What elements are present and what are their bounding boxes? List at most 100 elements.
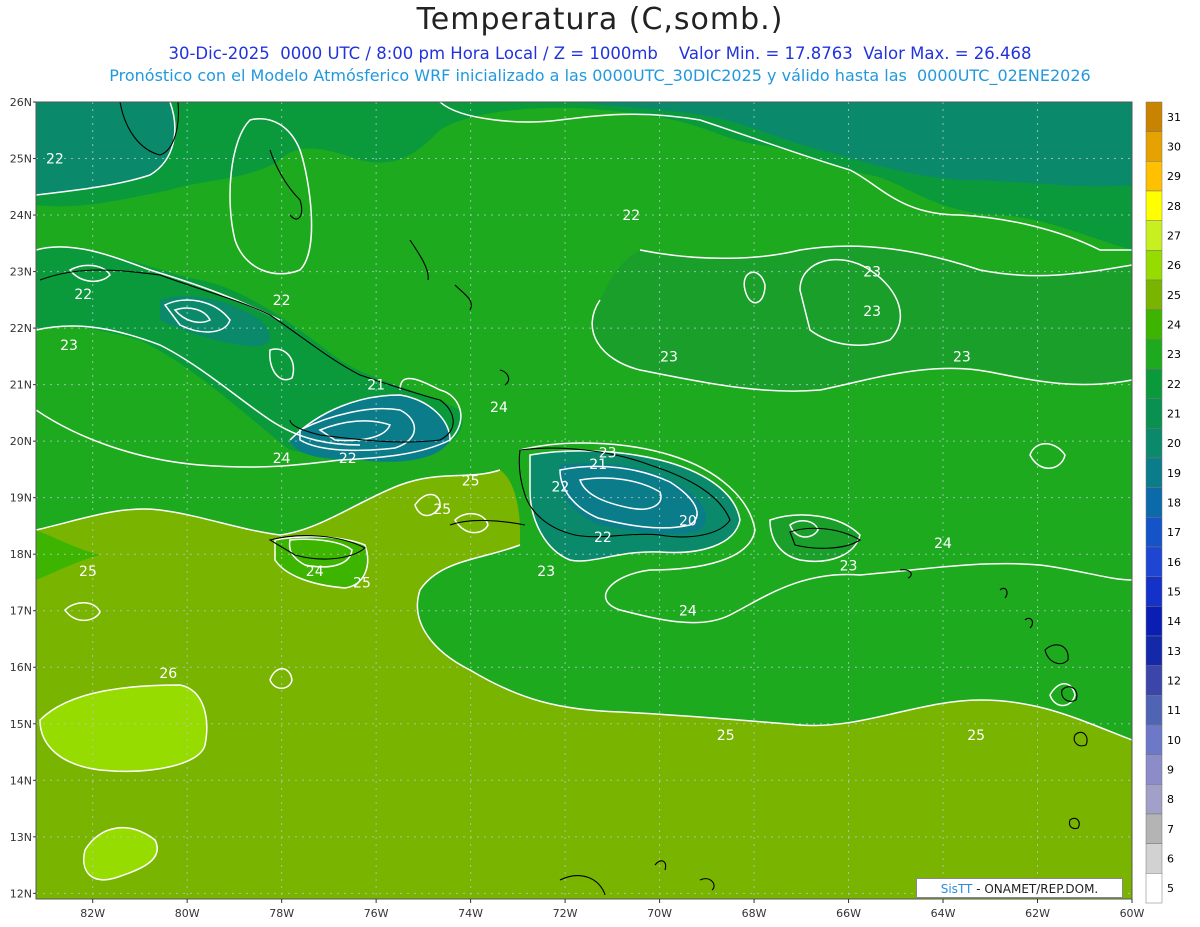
legend-label: 28 (1167, 200, 1181, 213)
lon-label: 74W (458, 907, 483, 920)
legend-swatch (1145, 843, 1163, 874)
legend-swatch (1145, 665, 1163, 696)
legend-swatch (1145, 368, 1163, 399)
temperature-map: 22 22 22 23 22 23 23 23 23 21 24 24 22 23 21 25 25 22 20 22… (10, 96, 1181, 920)
legend-label: 8 (1167, 793, 1174, 806)
contour-label: 25 (967, 728, 985, 744)
legend-label: 13 (1167, 645, 1181, 658)
legend-swatch (1145, 724, 1163, 755)
lon-label: 72W (553, 907, 578, 920)
lon-label: 68W (742, 907, 767, 920)
legend-swatch (1145, 517, 1163, 548)
legend-label: 10 (1167, 734, 1181, 747)
lat-label: 12N (10, 887, 32, 900)
lat-label: 17N (10, 605, 32, 618)
lon-label: 66W (836, 907, 861, 920)
contour-label: 24 (273, 451, 291, 467)
legend-swatch (1145, 576, 1163, 607)
legend-swatch (1145, 131, 1163, 162)
contour-label: 22 (46, 152, 64, 168)
lat-label: 22N (10, 322, 32, 335)
contour-label: 23 (840, 559, 858, 575)
legend-label: 31 (1167, 111, 1181, 124)
contour-label: 21 (367, 378, 385, 394)
contour-label: 23 (537, 564, 555, 580)
legend-label: 6 (1167, 853, 1174, 866)
legend-label: 11 (1167, 704, 1181, 717)
legend-swatch (1145, 339, 1163, 370)
legend-swatch (1145, 190, 1163, 221)
legend-label: 19 (1167, 467, 1181, 480)
contour-label: 23 (953, 349, 971, 365)
contour-label: 22 (551, 479, 569, 495)
color-legend: 31 30 29 28 27 26 25 24 23 22 21 20 19 18 17 16 15 14 13 12… (1145, 101, 1181, 904)
contour-label: 20 (679, 513, 697, 529)
legend-label: 15 (1167, 586, 1181, 599)
legend-swatch (1145, 279, 1163, 310)
legend-label: 12 (1167, 675, 1181, 688)
lon-label: 62W (1025, 907, 1050, 920)
lat-label: 20N (10, 435, 32, 448)
legend-label: 22 (1167, 378, 1181, 391)
legend-label: 16 (1167, 556, 1181, 569)
lon-label: 60W (1120, 907, 1145, 920)
lon-label: 76W (364, 907, 389, 920)
legend-swatch (1145, 309, 1163, 340)
contour-label: 22 (273, 293, 291, 309)
legend-label: 24 (1167, 319, 1181, 332)
lat-label: 23N (10, 266, 32, 279)
legend-swatch (1145, 635, 1163, 666)
lon-label: 64W (931, 907, 956, 920)
legend-label: 27 (1167, 230, 1181, 243)
lat-label: 15N (10, 718, 32, 731)
legend-swatch (1145, 101, 1163, 132)
legend-label: 26 (1167, 259, 1181, 272)
lon-label: 70W (647, 907, 672, 920)
lon-label: 80W (175, 907, 200, 920)
contour-label: 22 (74, 287, 92, 303)
contour-label: 24 (490, 400, 508, 416)
legend-swatch (1145, 606, 1163, 637)
legend-swatch (1145, 398, 1163, 429)
legend-label: 21 (1167, 408, 1181, 421)
legend-label: 7 (1167, 823, 1174, 836)
legend-swatch (1145, 754, 1163, 785)
contour-label: 24 (934, 536, 952, 552)
legend-swatch (1145, 784, 1163, 815)
contour-label: 23 (863, 304, 881, 320)
lat-label: 24N (10, 209, 32, 222)
legend-label: 30 (1167, 141, 1181, 154)
legend-swatch (1145, 873, 1163, 904)
contour-label: 25 (353, 575, 371, 591)
contour-label: 22 (594, 530, 612, 546)
lat-label: 26N (10, 96, 32, 109)
legend-label: 20 (1167, 437, 1181, 450)
legend-swatch (1145, 161, 1163, 192)
legend-label: 29 (1167, 170, 1181, 183)
lat-label: 25N (10, 153, 32, 166)
contour-label: 21 (589, 457, 607, 473)
lat-label: 14N (10, 774, 32, 787)
legend-swatch (1145, 813, 1163, 844)
contour-label: 25 (433, 502, 451, 518)
legend-label: 23 (1167, 348, 1181, 361)
contour-label: 23 (863, 265, 881, 281)
legend-swatch (1145, 428, 1163, 459)
legend-swatch (1145, 695, 1163, 726)
lon-label: 82W (80, 907, 105, 920)
credit-org: - ONAMET/REP.DOM. (972, 882, 1099, 896)
lat-label: 16N (10, 661, 32, 674)
legend-swatch (1145, 546, 1163, 577)
legend-label: 5 (1167, 882, 1174, 895)
longitude-labels: 82W 80W 78W 76W 74W 72W 70W 68W 66W 64W 62W 60W (80, 899, 1145, 920)
legend-swatch (1145, 457, 1163, 488)
legend-label: 18 (1167, 497, 1181, 510)
credit-box: SisTT - ONAMET/REP.DOM. (916, 878, 1123, 898)
legend-label: 9 (1167, 764, 1174, 777)
contour-label: 23 (660, 349, 678, 365)
contour-label: 22 (622, 208, 640, 224)
credit-brand: SisTT (940, 882, 973, 896)
lat-label: 13N (10, 831, 32, 844)
legend-swatch (1145, 250, 1163, 281)
lat-label: 19N (10, 492, 32, 505)
